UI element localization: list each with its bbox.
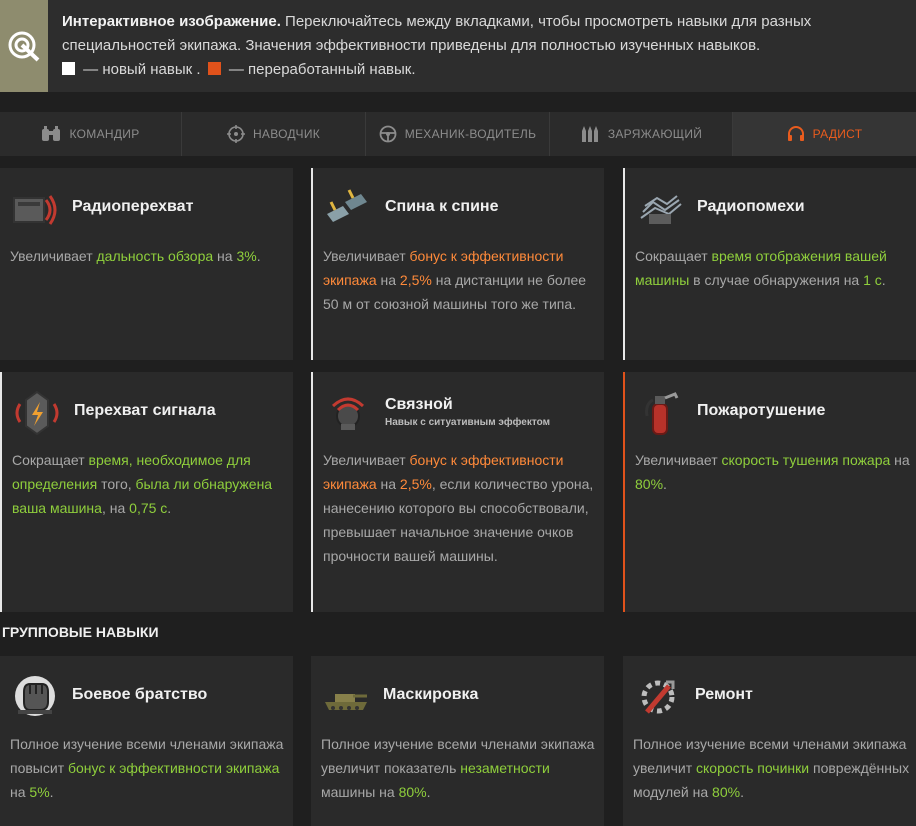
headphones-icon: [787, 126, 804, 141]
desc-text: машины на: [321, 784, 399, 800]
desc-highlight: незаметности: [460, 760, 550, 776]
desc-value: 2,5%: [399, 272, 432, 288]
desc-text: того,: [97, 476, 136, 492]
fist-icon: [10, 672, 60, 722]
desc-text: Увеличивает: [323, 248, 410, 264]
skill-description: Увеличивает бонус к эффективности экипаж…: [323, 448, 603, 568]
signal-interception-icon: [12, 388, 62, 438]
desc-text: на: [10, 784, 30, 800]
tab-commander[interactable]: КОМАНДИР: [0, 112, 182, 156]
skill-description: Полное изучение всеми членами экипажа по…: [10, 732, 290, 804]
desc-text: на: [890, 452, 910, 468]
skill-card-brothers-in-arms[interactable]: Боевое братство Полное изучение всеми чл…: [0, 656, 293, 826]
tab-gunner[interactable]: НАВОДЧИК: [182, 112, 366, 156]
skill-description: Увеличивает дальность обзора на 3%.: [10, 244, 290, 268]
desc-value: 1 с: [863, 272, 882, 288]
skill-card-liaison[interactable]: Связной Навык с ситуативным эффектом Уве…: [311, 372, 604, 612]
skill-description: Сокращает время отображения вашей машины…: [635, 244, 915, 292]
skill-title: Связной: [385, 396, 453, 413]
desc-text: .: [256, 248, 261, 264]
desc-text: Увеличивает: [323, 452, 410, 468]
legend-new: — новый навык .: [79, 61, 201, 78]
tank-camouflage-icon: [321, 672, 371, 722]
banner-title: Интерактивное изображение.: [62, 13, 281, 30]
shells-icon: [581, 126, 598, 142]
binoculars-icon: [42, 126, 61, 141]
desc-highlight: скорость тушения пожара: [721, 452, 891, 468]
desc-highlight: дальность обзора: [96, 248, 214, 264]
desc-highlight: бонус к эффективности экипажа: [68, 760, 280, 776]
crew-tabs: КОМАНДИР НАВОДЧИК МЕХАНИК-ВОДИТЕЛЬ ЗАРЯЖ…: [0, 112, 916, 156]
reworked-skill-marker: [207, 62, 221, 75]
desc-value: 0,75 с: [129, 500, 168, 516]
wrench-gear-icon: [633, 672, 683, 722]
banner-text: Интерактивное изображение. Переключайтес…: [62, 10, 902, 82]
desc-text: на: [213, 248, 237, 264]
tab-radio-operator[interactable]: РАДИСТ: [733, 112, 916, 156]
skill-title: Спина к спине: [385, 198, 499, 215]
skill-card-camouflage[interactable]: Маскировка Полное изучение всеми членами…: [311, 656, 604, 826]
new-skill-marker: [62, 62, 75, 75]
tab-label: КОМАНДИР: [69, 127, 140, 141]
desc-text: Увеличивает: [10, 248, 97, 264]
tab-driver[interactable]: МЕХАНИК-ВОДИТЕЛЬ: [366, 112, 550, 156]
desc-text: .: [426, 784, 431, 800]
desc-value: 3%: [236, 248, 257, 264]
info-banner: Интерактивное изображение. Переключайтес…: [0, 0, 916, 92]
desc-text: .: [881, 272, 886, 288]
tab-loader[interactable]: ЗАРЯЖАЮЩИЙ: [550, 112, 733, 156]
desc-text: Сокращает: [635, 248, 712, 264]
back-to-back-icon: [323, 184, 373, 234]
skill-card-firefighting[interactable]: Пожаротушение Увеличивает скорость тушен…: [623, 372, 916, 612]
desc-highlight: скорость починки: [696, 760, 810, 776]
desc-value: 80%: [712, 784, 741, 800]
desc-text: на: [376, 272, 400, 288]
skill-title: Ремонт: [695, 686, 753, 703]
skill-description: Увеличивает бонус к эффективности экипаж…: [323, 244, 603, 316]
desc-text: , на: [101, 500, 130, 516]
skill-description: Полное изучение всеми членами экипажа ув…: [321, 732, 601, 804]
desc-value: 5%: [29, 784, 50, 800]
tab-label: НАВОДЧИК: [252, 127, 321, 141]
skill-card-signal-interception[interactable]: Перехват сигнала Сокращает время, необхо…: [0, 372, 293, 612]
skill-card-back-to-back[interactable]: Спина к спине Увеличивает бонус к эффект…: [311, 168, 604, 360]
desc-text: Увеличивает: [635, 452, 722, 468]
skill-description: Полное изучение всеми членами экипажа ув…: [633, 732, 913, 804]
liaison-icon: [323, 388, 373, 438]
desc-text: в случае обнаружения на: [689, 272, 864, 288]
desc-text: .: [663, 476, 667, 492]
tab-label: РАДИСТ: [812, 127, 863, 141]
skill-title: Боевое братство: [72, 686, 208, 703]
steering-wheel-icon: [379, 125, 397, 143]
radio-interception-icon: [10, 184, 60, 234]
desc-text: на: [376, 476, 400, 492]
desc-text: Сокращает: [12, 452, 89, 468]
skill-description: Сокращает время, необходимое для определ…: [12, 448, 292, 520]
crosshair-icon: [226, 125, 245, 143]
desc-value: 2,5%: [399, 476, 432, 492]
skill-title: Перехват сигнала: [74, 402, 216, 419]
tab-label: ЗАРЯЖАЮЩИЙ: [607, 127, 703, 141]
desc-value: 80%: [398, 784, 427, 800]
skill-card-repair[interactable]: Ремонт Полное изучение всеми членами эки…: [623, 656, 916, 826]
tab-label: МЕХАНИК-ВОДИТЕЛЬ: [404, 127, 537, 141]
desc-text: .: [49, 784, 54, 800]
group-skills-heading: ГРУППОВЫЕ НАВЫКИ: [2, 624, 159, 640]
skill-card-radio-jamming[interactable]: Радиопомехи Сокращает время отображения …: [623, 168, 916, 360]
skill-title: Пожаротушение: [697, 402, 826, 419]
desc-text: .: [167, 500, 172, 516]
skill-title: Маскировка: [383, 686, 479, 703]
radio-jamming-icon: [635, 184, 685, 234]
skill-card-radio-interception[interactable]: Радиоперехват Увеличивает дальность обзо…: [0, 168, 293, 360]
desc-text: Полное изучение всеми членами экипажа ув…: [321, 736, 595, 776]
skill-title: Радиоперехват: [72, 198, 194, 215]
legend-reworked: — переработанный навык.: [224, 61, 416, 78]
skill-description: Увеличивает скорость тушения пожара на 8…: [635, 448, 915, 496]
skill-subtitle: Навык с ситуативным эффектом: [385, 417, 550, 428]
fire-extinguisher-icon: [635, 388, 685, 438]
skill-title: Радиопомехи: [697, 198, 805, 215]
desc-value: 80%: [635, 476, 664, 492]
interactive-target-icon: [0, 0, 48, 92]
desc-text: .: [740, 784, 744, 800]
